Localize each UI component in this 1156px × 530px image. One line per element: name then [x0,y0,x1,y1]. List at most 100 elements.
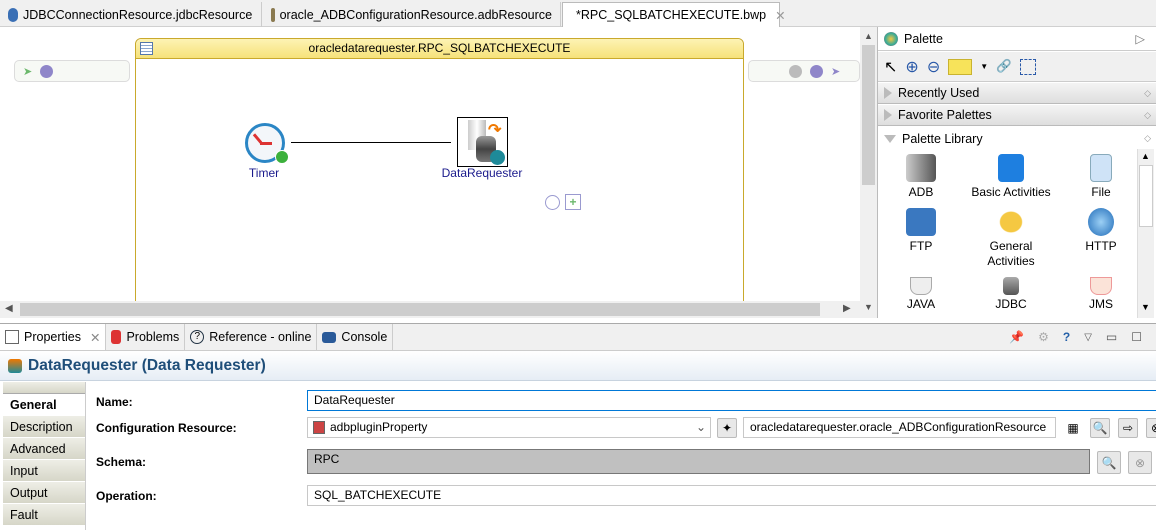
side-tab-output[interactable]: Output [3,482,85,504]
datarequester-icon [8,358,22,373]
properties-view: Properties ✕ Problems ? Reference - online… [0,323,1156,530]
jms-icon [1090,277,1112,295]
marquee-icon[interactable] [1019,58,1036,75]
palette-item-ftp[interactable]: FTP [876,208,966,254]
database-icon [8,7,18,22]
select-pointer-icon[interactable]: ↖ [884,57,897,77]
editor-tab-bar: JDBCConnectionResource.jdbcResource orac… [0,0,1156,27]
tab-rpc-process[interactable]: *RPC_SQLBATCHEXECUTE.bwp ✕ [562,2,786,27]
zoom-out-icon[interactable]: ⊖ [927,57,940,77]
file-icon [1090,154,1112,182]
dropdown-icon[interactable]: ▼ [980,62,988,71]
open-resource-button[interactable]: ⇨ [1118,418,1138,438]
palette-item-java[interactable]: JAVA [876,277,966,312]
palette-item-jms[interactable]: JMS [1056,277,1146,312]
datarequester-activity[interactable]: ↷ [457,117,508,167]
adb-icon [906,154,936,182]
view-tab-bar: Properties ✕ Problems ? Reference - online… [0,324,1156,351]
properties-icon [5,330,19,344]
chevron-down-icon[interactable]: ⌄ [696,418,706,437]
gear-icon [490,150,505,165]
palette-item-basic-activities[interactable]: Basic Activities [966,154,1056,200]
maximize-icon[interactable]: ☐ [1131,330,1142,344]
schema-search-button[interactable]: 🔍 [1097,451,1121,474]
activity-label-datarequester[interactable]: DataRequester [430,166,534,180]
schema-field[interactable]: RPC [307,449,1090,474]
create-resource-button[interactable]: ✦ [717,418,737,438]
palette-item-http[interactable]: HTTP [1056,208,1146,254]
tab-problems[interactable]: Problems [106,324,186,350]
adb-resource-icon [271,7,275,22]
close-icon[interactable]: ✕ [90,330,100,345]
operation-label: Operation: [96,489,157,503]
properties-header: DataRequester (Data Requester) [0,351,1156,381]
tab-jdbc-resource[interactable]: JDBCConnectionResource.jdbcResource [0,2,262,27]
note-icon[interactable] [948,58,973,75]
tab-properties[interactable]: Properties ✕ [0,324,107,350]
drawer-recently-used[interactable]: Recently Used ◇ [878,83,1156,104]
java-cup-icon [910,277,932,295]
process-title: oracledatarequester.RPC_SQLBATCHEXECUTE [308,41,571,55]
pin-view-icon[interactable]: 📌 [1009,330,1024,344]
info-icon [40,64,54,78]
search-button[interactable]: 🔍 [1090,418,1110,438]
transition-line[interactable] [291,142,451,143]
collapse-palette-icon[interactable]: ▷ [1135,31,1145,46]
link-icon[interactable]: 🔗 [996,59,1012,74]
problems-icon [111,330,122,344]
process-start-pill[interactable]: ➤ [14,60,130,82]
add-icon[interactable]: + [565,194,581,210]
timer-clock-icon[interactable] [245,123,289,164]
palette-panel: Palette ▷ ↖ ⊕ ⊖ ▼ 🔗 Recently Used ◇ Favor… [877,27,1156,318]
name-input[interactable]: DataRequester [307,390,1156,411]
config-resource-select[interactable]: adbpluginProperty ⌄ [307,417,711,438]
drawer-favorite-palettes[interactable]: Favorite Palettes ◇ [878,105,1156,126]
side-tab-input[interactable]: Input [3,460,85,482]
schema-clear-button[interactable]: ⊗ [1128,451,1152,474]
side-tab-description[interactable]: Description [3,416,85,438]
ftp-icon [906,208,936,236]
end-arrow-icon: ➤ [831,65,841,78]
view-menu-icon[interactable]: ▽ [1084,332,1092,343]
side-tab-advanced[interactable]: Advanced [3,438,85,460]
globe-icon [789,64,802,78]
connect-icon[interactable] [545,195,560,210]
canvas-vertical-scrollbar[interactable]: ▲ ▼ [860,27,877,318]
config-resource-label: Configuration Resource: [96,421,237,435]
tab-adb-resource[interactable]: oracle_ADBConfigurationResource.adbResou… [263,2,561,27]
tab-console[interactable]: Console [317,324,394,350]
activity-label-timer[interactable]: Timer [230,166,298,180]
property-icon [313,421,325,434]
palette-item-jdbc[interactable]: JDBC [966,277,1056,312]
operation-field[interactable]: SQL_BATCHEXECUTE [307,485,1156,506]
palette-item-file[interactable]: File [1056,154,1146,200]
properties-side-tabs: General Description Advanced Input Outpu… [3,382,85,526]
info-icon [810,64,823,78]
palette-icon [884,31,898,46]
palette-header: Palette ▷ [878,27,1156,51]
pin-icon[interactable]: ◇ [1144,110,1151,121]
canvas-horizontal-scrollbar[interactable]: ◀ ▶ [0,301,860,318]
minimize-icon[interactable]: ▭ [1106,330,1117,344]
table-icon[interactable]: ▦ [1063,418,1083,438]
pin-icon[interactable]: ◇ [1144,133,1151,144]
close-icon[interactable]: ✕ [775,8,785,23]
palette-scrollbar[interactable]: ▲ ▼ [1137,149,1154,318]
side-tab-general[interactable]: General [3,394,85,416]
palette-item-general-activities[interactable]: General Activities [966,208,1056,269]
palette-item-adb[interactable]: ADB [876,154,966,200]
config-resource-path[interactable]: oracledatarequester.oracle_ADBConfigurat… [743,417,1056,438]
settings-icon[interactable]: ⚙ [1038,330,1049,344]
clear-button[interactable]: ⊗ [1146,418,1156,438]
schema-label: Schema: [96,455,147,469]
tab-reference-online[interactable]: ? Reference - online [185,324,318,350]
zoom-in-icon[interactable]: ⊕ [905,57,918,77]
process-end-pill[interactable]: ➤ [748,60,860,82]
globe-icon [1088,208,1114,236]
pin-icon[interactable]: ◇ [1144,88,1151,99]
drawer-palette-library[interactable]: Palette Library ◇ [878,128,1156,149]
help-icon: ? [190,330,205,344]
help-icon[interactable]: ? [1063,330,1070,344]
side-tab-fault[interactable]: Fault [3,504,85,526]
process-header: oracledatarequester.RPC_SQLBATCHEXECUTE [136,39,743,59]
